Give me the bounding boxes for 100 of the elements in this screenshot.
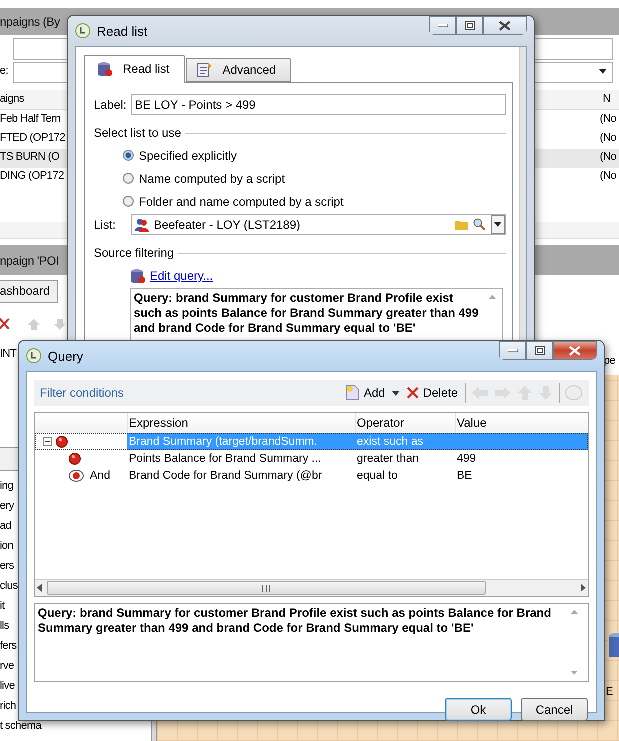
scroll-right-icon[interactable] bbox=[578, 584, 588, 592]
group-label: Source filtering bbox=[94, 246, 174, 260]
activity-item[interactable]: it bbox=[0, 600, 5, 612]
activity-item[interactable]: fers bbox=[0, 640, 17, 652]
radio-option[interactable]: Name computed by a script bbox=[94, 167, 506, 190]
tab[interactable]: ashboard bbox=[0, 280, 58, 303]
radio-button[interactable] bbox=[123, 196, 134, 207]
field-label: Label: bbox=[94, 98, 126, 112]
operator-cell-text: greater than bbox=[356, 452, 420, 464]
scroll-down-icon[interactable] bbox=[571, 671, 578, 675]
activity-item[interactable]: ery bbox=[0, 500, 14, 512]
tab[interactable] bbox=[0, 447, 20, 471]
maximize-button[interactable] bbox=[456, 16, 483, 35]
radio-option[interactable]: Folder and name computed by a script bbox=[94, 190, 506, 213]
maximize-icon bbox=[464, 21, 474, 30]
label-field[interactable]: BE LOY - Points > 499 bbox=[131, 94, 506, 115]
section-title: Filter conditions bbox=[40, 386, 126, 400]
activity-item[interactable]: clus bbox=[0, 580, 18, 592]
list-cell: TS BURN (O bbox=[0, 151, 60, 163]
tab[interactable]: Read list bbox=[84, 55, 185, 83]
caret-icon[interactable] bbox=[392, 390, 400, 396]
scroll-left-icon[interactable] bbox=[35, 584, 45, 592]
close-button[interactable] bbox=[553, 341, 597, 360]
option-label: Folder and name computed by a script bbox=[139, 194, 344, 208]
add-button[interactable]: Add bbox=[344, 385, 388, 401]
delete-button[interactable]: Delete bbox=[405, 386, 460, 400]
database-icon bbox=[97, 61, 113, 77]
operator-cell-text: exist such as bbox=[356, 436, 424, 448]
form-icon bbox=[196, 62, 213, 78]
activity-item[interactable]: ing bbox=[0, 480, 14, 492]
activity-item[interactable]: live bbox=[0, 680, 15, 692]
radio-option[interactable]: Specified explicitly bbox=[94, 144, 506, 167]
field-label: List: bbox=[94, 218, 118, 232]
expression-cell-text: Brand Summary (target/brandSumm. bbox=[128, 436, 319, 448]
query-description: Query: brand Summary for customer Brand Profile exist such as points Balance for Brand Summary greater than 499 and brand Code for Brand Summary equal to 'BE' bbox=[134, 291, 479, 337]
ok-button[interactable]: Ok bbox=[445, 698, 512, 721]
column-header[interactable]: aigns bbox=[0, 93, 24, 105]
tab[interactable]: Advanced bbox=[186, 58, 292, 82]
node-label: INT bbox=[0, 348, 17, 360]
window-title: Read list bbox=[97, 24, 149, 38]
condition-row[interactable]: And Brand Code for Brand Summary (@br equal to BE bbox=[35, 467, 588, 484]
maximize-icon bbox=[534, 346, 544, 355]
condition-row[interactable]: Points Balance for Brand Summary ... greater than 499 bbox=[35, 450, 588, 467]
activity-item[interactable]: ion bbox=[0, 540, 14, 552]
list-cell: DING (OP172 bbox=[0, 170, 64, 182]
dropdown-icon[interactable] bbox=[598, 66, 608, 76]
activity-item[interactable]: lls bbox=[0, 620, 10, 632]
delete-icon bbox=[407, 387, 420, 399]
collapse-icon[interactable] bbox=[43, 437, 52, 446]
list-cell: (No bbox=[600, 170, 617, 182]
list-cell: (No bbox=[600, 151, 617, 163]
dropdown-icon[interactable] bbox=[491, 215, 505, 234]
list-value: Beefeater - LOY (LST2189) bbox=[154, 218, 302, 232]
close-icon bbox=[499, 20, 511, 30]
activity-item[interactable]: ad bbox=[0, 520, 12, 532]
search-icon[interactable] bbox=[473, 218, 486, 231]
edit-query-link[interactable]: Edit query... bbox=[150, 269, 214, 283]
and-condition-icon bbox=[69, 470, 84, 482]
value-cell-text: 499 bbox=[456, 452, 478, 464]
users-icon bbox=[135, 218, 149, 232]
app-icon bbox=[75, 23, 91, 39]
query-description: Query: brand Summary for customer Brand Profile exist such as points Balance for Brand Summary greater than 499 and brand Code for Brand Summary equal to 'BE' bbox=[38, 606, 552, 637]
scroll-up-icon[interactable] bbox=[571, 610, 578, 614]
condition-icon bbox=[69, 452, 81, 464]
list-field[interactable]: Beefeater - LOY (LST2189) bbox=[131, 214, 506, 235]
option-label: Name computed by a script bbox=[139, 172, 286, 186]
group-label: Select list to use bbox=[94, 126, 182, 140]
activity-item[interactable]: rve bbox=[0, 660, 14, 672]
panel-title: npaigns (By bbox=[0, 15, 60, 29]
minimize-button[interactable] bbox=[499, 341, 526, 360]
expression-cell-text: Brand Code for Brand Summary (@br bbox=[128, 470, 324, 482]
delete-icon[interactable] bbox=[0, 318, 10, 330]
activity-item[interactable]: rich bbox=[0, 700, 16, 712]
radio-button[interactable] bbox=[123, 150, 134, 161]
maximize-button[interactable] bbox=[526, 341, 553, 360]
expression-cell-text: Points Balance for Brand Summary ... bbox=[128, 452, 322, 464]
list-cell: (No bbox=[600, 132, 617, 144]
close-icon bbox=[569, 346, 581, 356]
panel-title: npaign 'POI bbox=[0, 254, 60, 268]
value-cell-text: BE bbox=[456, 470, 474, 482]
node-label: E bbox=[606, 686, 613, 698]
connector-label: And bbox=[89, 470, 110, 482]
list-cell: (No bbox=[600, 113, 617, 125]
condition-icon bbox=[56, 436, 68, 448]
list-cell: Feb Half Tern bbox=[0, 113, 61, 125]
app-icon bbox=[26, 348, 42, 364]
window-title: Query bbox=[48, 348, 84, 364]
close-button[interactable] bbox=[483, 16, 527, 35]
activity-item[interactable]: ers bbox=[0, 560, 14, 572]
option-label: Specified explicitly bbox=[139, 148, 238, 162]
grip-icon[interactable] bbox=[262, 584, 271, 592]
operator-cell-text: equal to bbox=[356, 470, 399, 482]
scroll-up-icon[interactable] bbox=[488, 295, 496, 299]
horizontal-scrollbar[interactable] bbox=[35, 579, 588, 596]
radio-button[interactable] bbox=[123, 173, 134, 184]
database-icon bbox=[130, 268, 146, 284]
column-header[interactable]: N bbox=[603, 93, 611, 105]
minimize-button[interactable] bbox=[429, 16, 456, 35]
cancel-button[interactable]: Cancel bbox=[521, 698, 588, 721]
activity-item[interactable]: t schema bbox=[0, 720, 42, 732]
